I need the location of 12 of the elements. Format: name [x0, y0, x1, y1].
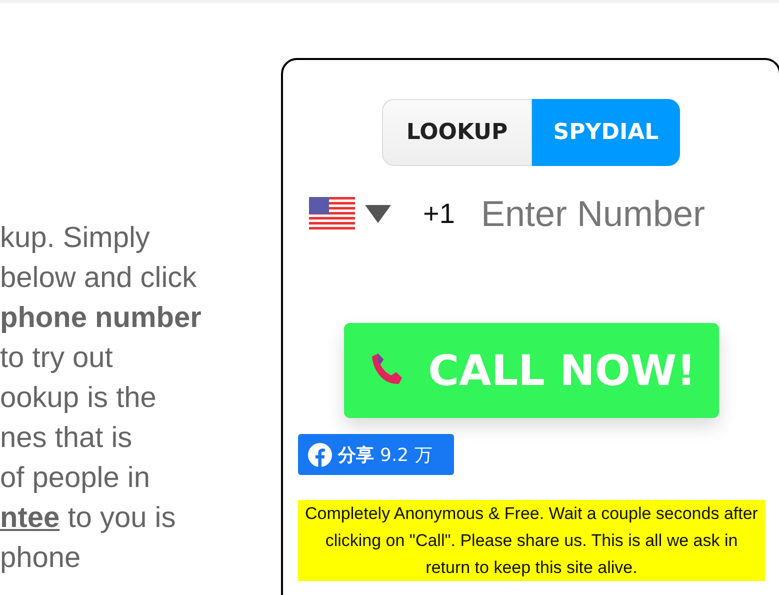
phone-input[interactable]: Enter Number: [478, 192, 733, 236]
mode-tab[interactable]: LOOKUP: [382, 99, 532, 166]
caret-icon: [365, 205, 391, 223]
flag-icon: [309, 197, 355, 231]
facebook-icon: [308, 442, 332, 466]
notice-text: Completely Anonymous & Free. Wait a couple seconds after clicking on "Call". Please share us. This is all we ask in return to keep this site alive.: [298, 500, 765, 581]
country-dropdown[interactable]: [309, 197, 391, 231]
intro-paragraph: kup. Simply below and click phone number to try out ookup is the nes that is of people in ntee to you is phone: [0, 221, 202, 576]
share-button[interactable]: 分享 9.2 万: [298, 434, 454, 475]
country-code: +1: [423, 198, 455, 230]
guarantee-link[interactable]: ntee: [0, 502, 60, 534]
mode-tab[interactable]: SPYDIAL: [532, 99, 680, 166]
